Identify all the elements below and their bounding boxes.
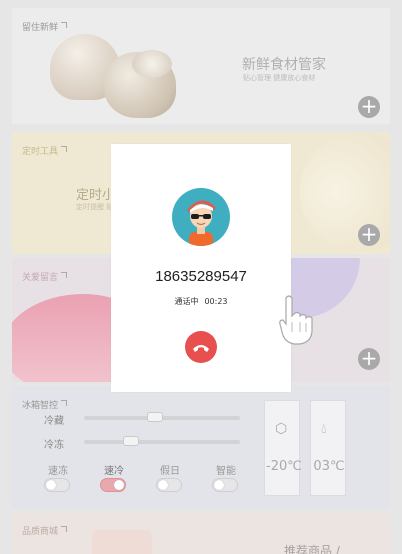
freezer-temp-value: -20℃ <box>266 459 302 474</box>
timer-heading: 定时小 <box>76 188 116 203</box>
fresh-subtitle: 贴心管理 健康放心食材 <box>243 74 316 82</box>
phone-hangup-icon <box>193 345 209 352</box>
caller-number: 18635289547 <box>155 268 247 285</box>
smart-toggle[interactable] <box>212 478 238 492</box>
card-timer-title: 定时工具 <box>22 147 59 157</box>
expand-corner-icon <box>61 526 68 532</box>
card-timer-title-wrap: 定时工具 <box>22 144 68 157</box>
holiday-toggle[interactable] <box>156 478 182 492</box>
fridge-row-label: 冷藏 <box>44 416 64 427</box>
mode-label-quick-cool: 速冷 <box>104 466 124 477</box>
card-message-title: 关爱留言 <box>22 273 59 283</box>
card-fresh-title-wrap: 留住新鲜 <box>22 20 68 33</box>
fridge-temp-panel[interactable]: 💧︎ 03℃ <box>310 400 346 496</box>
card-message-title-wrap: 关爱留言 <box>22 270 68 283</box>
freezer-row-label: 冷冻 <box>44 440 64 451</box>
fresh-heading: 新鲜食材管家 <box>242 57 326 73</box>
droplet-icon: 💧︎ <box>321 421 327 437</box>
hand-cursor-icon <box>279 295 313 345</box>
add-message-button[interactable]: + <box>358 348 380 370</box>
shop-heading: 推荐商品 / <box>284 544 340 554</box>
card-shop[interactable]: 品质商城 推荐商品 / <box>12 512 390 554</box>
avatar-illustration <box>187 200 216 246</box>
call-duration: 00:23 <box>204 297 228 306</box>
hexagon-icon: ⬡ <box>275 421 288 437</box>
call-dialog: 18635289547 通话中 00:23 <box>111 144 291 392</box>
hang-up-button[interactable] <box>185 331 217 363</box>
card-fridge-title: 冰箱智控 <box>22 401 59 411</box>
toggle-dot <box>158 480 168 490</box>
card-shop-title-wrap: 品质商城 <box>22 524 68 537</box>
slider-knob[interactable] <box>123 436 139 446</box>
cup-image <box>92 530 152 554</box>
app-screen: 留住新鲜 新鲜食材管家 贴心管理 健康放心食材 + 定时工具 定时小 定时提醒 … <box>0 0 402 554</box>
card-fridge-control: 冰箱智控 冷藏 冷冻 速冻 速冷 假日 智能 ⬡ -20℃ 💧︎ 03℃ <box>12 386 390 508</box>
add-fresh-button[interactable]: + <box>358 96 380 118</box>
toggle-dot <box>114 480 124 490</box>
expand-corner-icon <box>61 400 68 406</box>
call-status: 通话中 00:23 <box>111 296 291 307</box>
slider-knob[interactable] <box>147 412 163 422</box>
toggle-dot <box>214 480 224 490</box>
mode-label-smart: 智能 <box>216 466 236 477</box>
card-fresh-title: 留住新鲜 <box>22 23 59 33</box>
expand-corner-icon <box>61 272 68 278</box>
card-fresh-food[interactable]: 留住新鲜 新鲜食材管家 贴心管理 健康放心食材 + <box>12 8 390 124</box>
freezer-temp-panel[interactable]: ⬡ -20℃ <box>264 400 302 496</box>
card-fridge-title-wrap: 冰箱智控 <box>22 398 68 411</box>
freezer-temp-slider[interactable] <box>84 436 240 446</box>
expand-corner-icon <box>61 22 68 28</box>
add-timer-button[interactable]: + <box>358 224 380 246</box>
mode-label-holiday: 假日 <box>160 466 180 477</box>
fridge-temp-slider[interactable] <box>84 412 240 422</box>
expand-corner-icon <box>61 146 68 152</box>
quick-freeze-toggle[interactable] <box>44 478 70 492</box>
caller-avatar <box>172 188 230 246</box>
fridge-temp-value: 03℃ <box>313 459 345 474</box>
mushroom-image-3 <box>132 50 172 78</box>
call-status-label: 通话中 <box>174 297 199 306</box>
mode-label-quick-freeze: 速冻 <box>48 466 68 477</box>
quick-cool-toggle[interactable] <box>100 478 126 492</box>
card-shop-title: 品质商城 <box>22 527 59 537</box>
toggle-dot <box>46 480 56 490</box>
